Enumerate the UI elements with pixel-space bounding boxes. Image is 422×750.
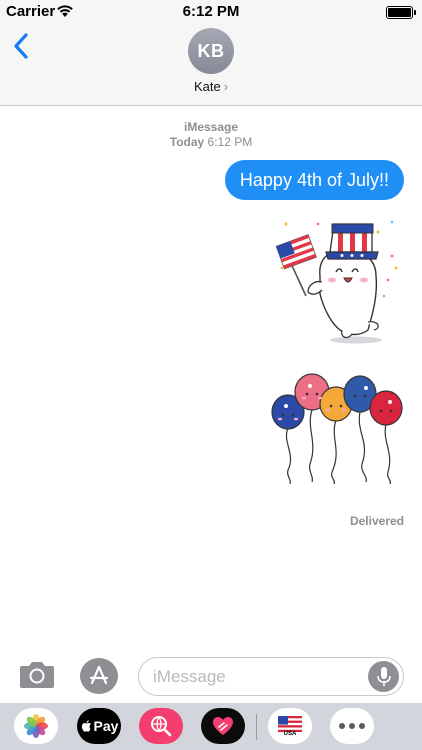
web-search-icon [151, 716, 172, 737]
delivered-status: Delivered [349, 514, 404, 528]
chevron-right-icon: › [223, 79, 229, 94]
app-store-button[interactable] [80, 658, 118, 694]
apple-pay-label: Pay [93, 718, 119, 734]
usa-flag-icon [278, 715, 302, 732]
clock: 6:12 PM [182, 3, 240, 20]
apple-logo-icon [81, 720, 91, 732]
app-store-icon [89, 665, 109, 685]
apple-pay-button[interactable]: Pay [77, 708, 121, 744]
microphone-button[interactable] [368, 661, 399, 692]
photos-icon [24, 714, 48, 738]
camera-icon[interactable] [18, 660, 56, 690]
timestamp-day: Today [169, 135, 205, 149]
web-search-app-button[interactable] [139, 708, 183, 744]
timestamp-time: 6:12 PM [207, 135, 253, 149]
service-label: iMessage [183, 120, 239, 134]
message-input[interactable]: iMessage [138, 657, 404, 696]
contact-name-button[interactable]: Kate › [0, 79, 422, 94]
message-text: Happy 4th of July!! [239, 169, 389, 190]
message-input-placeholder: iMessage [153, 667, 226, 686]
usa-sticker-app-button[interactable]: USA [268, 708, 312, 744]
conversation-header: KB Kate › [0, 24, 422, 106]
balloons-sticker[interactable] [266, 372, 412, 490]
microphone-icon [376, 666, 391, 686]
message-bubble-sent[interactable]: Happy 4th of July!! [224, 160, 404, 200]
more-apps-button[interactable] [330, 708, 374, 744]
back-chevron-icon[interactable] [12, 32, 32, 60]
battery-icon [386, 6, 416, 19]
status-bar: Carrier 6:12 PM [0, 0, 422, 24]
digital-touch-button[interactable] [201, 708, 245, 744]
heart-icon [213, 717, 233, 735]
avatar-initials: KB [197, 40, 225, 61]
photos-app-button[interactable] [14, 708, 58, 744]
usa-app-label: USA [283, 730, 297, 737]
more-dot-icon [349, 723, 355, 729]
app-drawer-divider [256, 714, 257, 740]
app-drawer: Pay USA [0, 703, 422, 750]
timestamp: Today 6:12 PM [0, 135, 422, 149]
uncle-sam-cat-sticker[interactable] [268, 210, 408, 350]
more-dot-icon [359, 723, 365, 729]
contact-name: Kate [193, 79, 221, 94]
avatar[interactable]: KB [188, 28, 234, 74]
more-dot-icon [339, 723, 345, 729]
